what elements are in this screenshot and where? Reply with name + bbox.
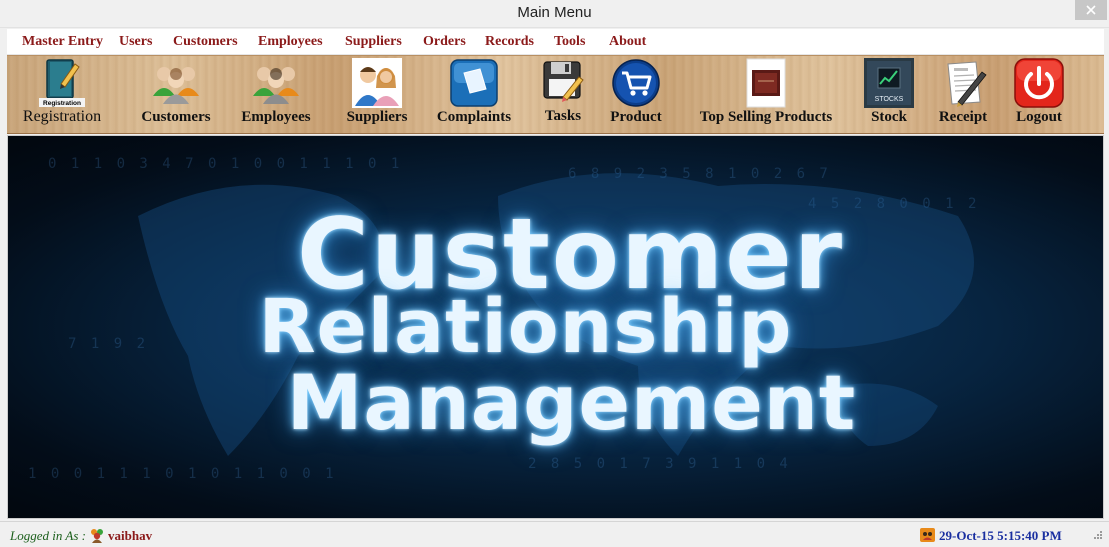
suppliers-people-icon (352, 58, 402, 108)
status-datetime: 29-Oct-15 5:15:40 PM (939, 528, 1062, 543)
resize-grip-icon[interactable] (1091, 530, 1103, 542)
stock-chart-icon: STOCKS (864, 58, 914, 108)
menu-orders[interactable]: Orders (423, 34, 466, 50)
datetime-icon (920, 528, 935, 542)
menu-employees[interactable]: Employees (258, 34, 323, 50)
toolbar: Registration Registration Customers Empl… (7, 55, 1104, 134)
stock-button[interactable]: STOCKS Stock (859, 58, 919, 133)
complaints-button[interactable]: Complaints (429, 58, 519, 133)
stock-icon-text: STOCKS (875, 96, 904, 103)
complaints-label: Complaints (436, 109, 512, 125)
user-icon (91, 529, 103, 543)
menu-records[interactable]: Records (485, 34, 534, 50)
product-label: Product (610, 109, 662, 125)
logout-label: Logout (1016, 109, 1062, 125)
complaints-icon (450, 59, 498, 107)
suppliers-button[interactable]: Suppliers (341, 58, 413, 133)
window-title: Main Menu (517, 4, 592, 21)
floppy-disk-icon (543, 61, 584, 102)
power-icon (1014, 58, 1064, 108)
logout-button[interactable]: Logout (1007, 58, 1071, 133)
menu-users[interactable]: Users (119, 34, 152, 50)
logged-in-label: Logged in As : (10, 528, 86, 543)
receipt-label: Receipt (938, 109, 988, 125)
close-button[interactable] (1075, 0, 1107, 20)
customers-label: Customers (141, 109, 211, 125)
tasks-label: Tasks (544, 108, 582, 124)
receipt-icon (947, 61, 987, 107)
close-icon (1086, 5, 1096, 15)
top-selling-products-label: Top Selling Products (699, 109, 833, 125)
shopping-cart-icon (612, 59, 660, 107)
registration-book-icon: Registration (39, 59, 85, 107)
receipt-button[interactable]: Receipt (927, 58, 999, 133)
logged-in-user: vaibhav (108, 528, 153, 543)
employees-button[interactable]: Employees (233, 58, 319, 133)
status-bar: Logged in As : vaibhav 29-Oct-15 5:15:40… (0, 521, 1109, 547)
suppliers-label: Suppliers (346, 109, 408, 125)
banner-line-management: Management (286, 358, 857, 447)
customers-button[interactable]: Customers (133, 58, 219, 133)
title-bar: Main Menu (0, 0, 1109, 28)
registration-icon-text: Registration (43, 100, 81, 107)
menu-bar: Master Entry Users Customers Employees S… (7, 29, 1104, 55)
product-button[interactable]: Product (601, 58, 671, 133)
customers-group-icon (153, 67, 199, 104)
tasks-button[interactable]: Tasks (535, 58, 591, 133)
menu-about[interactable]: About (609, 34, 646, 50)
stock-label: Stock (871, 109, 907, 125)
top-products-icon (746, 58, 786, 108)
registration-button[interactable]: Registration Registration (19, 58, 105, 133)
menu-customers[interactable]: Customers (173, 34, 238, 50)
menu-tools[interactable]: Tools (554, 34, 585, 50)
menu-master-entry[interactable]: Master Entry (22, 34, 103, 50)
crm-banner-image: 0 1 1 0 3 4 7 0 1 0 0 1 1 1 0 1 6 8 9 2 … (7, 135, 1104, 519)
registration-label: Registration (22, 108, 102, 125)
employees-group-icon (253, 67, 299, 104)
menu-suppliers[interactable]: Suppliers (345, 34, 402, 50)
employees-label: Employees (241, 109, 311, 125)
top-selling-products-button[interactable]: Top Selling Products (683, 58, 849, 133)
